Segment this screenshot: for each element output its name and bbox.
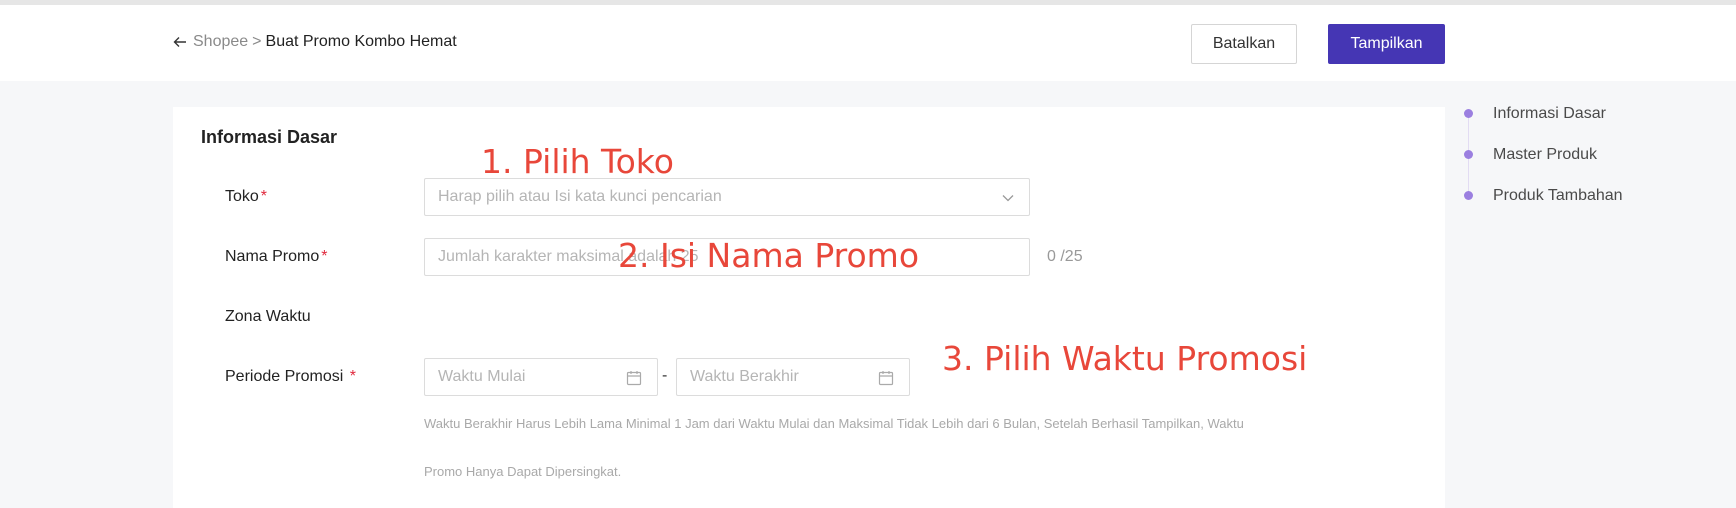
- required-mark: *: [321, 248, 328, 265]
- calendar-icon: [877, 369, 895, 387]
- period-hint-line-1: Waktu Berakhir Harus Lebih Lama Minimal …: [424, 416, 1244, 431]
- start-date-input[interactable]: Waktu Mulai: [424, 358, 658, 396]
- toko-select[interactable]: Harap pilih atau Isi kata kunci pencaria…: [424, 178, 1030, 216]
- calendar-icon: [625, 369, 643, 387]
- annotation-step-3: 3. Pilih Waktu Promosi: [942, 339, 1308, 378]
- step-informasi-dasar[interactable]: Informasi Dasar: [1493, 105, 1606, 123]
- toko-placeholder: Harap pilih atau Isi kata kunci pencaria…: [438, 188, 722, 205]
- required-mark: *: [260, 188, 268, 205]
- end-date-placeholder: Waktu Berakhir: [690, 368, 799, 385]
- form-card: [173, 107, 1445, 508]
- annotation-step-2: 2. Isi Nama Promo: [618, 236, 920, 275]
- date-separator: -: [662, 367, 668, 384]
- zona-waktu-label: Zona Waktu: [225, 308, 311, 325]
- chevron-down-icon: [1001, 191, 1015, 205]
- section-title: Informasi Dasar: [201, 127, 338, 147]
- periode-label: Periode Promosi *: [225, 368, 356, 386]
- step-master-produk[interactable]: Master Produk: [1493, 146, 1597, 164]
- toko-label-text: Toko: [225, 188, 259, 205]
- arrow-left-icon[interactable]: [173, 34, 189, 50]
- required-mark: *: [349, 368, 356, 385]
- start-date-placeholder: Waktu Mulai: [438, 368, 526, 385]
- periode-label-text: Periode Promosi: [225, 368, 344, 385]
- step-dot: [1464, 109, 1473, 118]
- breadcrumb-separator: >: [252, 33, 262, 50]
- nama-promo-label: Nama Promo *: [225, 248, 327, 266]
- step-dot: [1464, 150, 1473, 159]
- breadcrumb-link-shopee[interactable]: Shopee: [193, 33, 248, 51]
- step-dot: [1464, 191, 1473, 200]
- page-title: Buat Promo Kombo Hemat: [265, 33, 457, 50]
- submit-button[interactable]: Tampilkan: [1328, 24, 1445, 64]
- step-produk-tambahan[interactable]: Produk Tambahan: [1493, 187, 1623, 205]
- period-hint-line-2: Promo Hanya Dapat Dipersingkat.: [424, 464, 622, 479]
- annotation-step-1: 1. Pilih Toko: [481, 142, 674, 181]
- nama-promo-label-text: Nama Promo: [225, 248, 320, 265]
- breadcrumb: Shopee > Buat Promo Kombo Hemat: [173, 33, 457, 51]
- toko-label: Toko *: [225, 188, 267, 206]
- character-counter: 0 /25: [1047, 248, 1083, 265]
- cancel-button[interactable]: Batalkan: [1191, 24, 1297, 64]
- end-date-input[interactable]: Waktu Berakhir: [676, 358, 910, 396]
